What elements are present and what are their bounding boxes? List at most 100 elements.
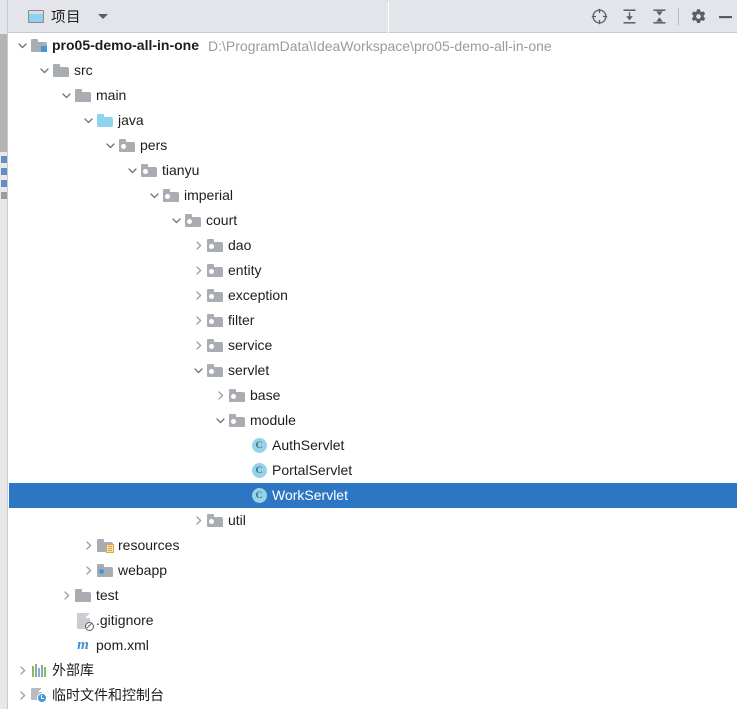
java-class-icon: C: [250, 433, 268, 458]
chevron-down-icon[interactable]: [190, 358, 206, 383]
tree-row[interactable]: 外部库: [9, 658, 737, 683]
chevron-right-icon[interactable]: [14, 683, 30, 708]
chevron-down-icon[interactable]: [36, 58, 52, 83]
tree-row-label: entity: [228, 262, 262, 278]
tree-row[interactable]: module: [9, 408, 737, 433]
chevron-right-icon[interactable]: [212, 383, 228, 408]
collapse-all-icon[interactable]: [644, 0, 674, 33]
tree-row[interactable]: entity: [9, 258, 737, 283]
tree-row[interactable]: C AuthServlet: [9, 433, 737, 458]
tree-row[interactable]: java: [9, 108, 737, 133]
tab-project[interactable]: 项目: [22, 0, 114, 33]
chevron-right-icon[interactable]: [14, 658, 30, 683]
tree-row-label: .gitignore: [96, 612, 154, 628]
tree-row-label: util: [228, 512, 246, 528]
settings-gear-icon[interactable]: [683, 0, 713, 33]
vertical-scrollbar-thumb[interactable]: [0, 34, 7, 152]
chevron-right-icon[interactable]: [190, 333, 206, 358]
tree-row[interactable]: exception: [9, 283, 737, 308]
project-tree[interactable]: pro05-demo-all-in-one D:\ProgramData\Idea…: [9, 33, 737, 709]
tree-row[interactable]: src: [9, 58, 737, 83]
left-strip-header: [0, 0, 7, 33]
tree-row[interactable]: main: [9, 83, 737, 108]
chevron-right-icon[interactable]: [190, 308, 206, 333]
package-icon: [206, 333, 224, 358]
tree-row[interactable]: servlet: [9, 358, 737, 383]
strip-marker: [1, 192, 7, 199]
tree-row[interactable]: C PortalServlet: [9, 458, 737, 483]
hide-icon[interactable]: [713, 0, 737, 33]
chevron-down-icon[interactable]: [168, 208, 184, 233]
package-icon: [206, 258, 224, 283]
tree-row-label: dao: [228, 237, 252, 253]
tree-row[interactable]: base: [9, 383, 737, 408]
chevron-down-icon[interactable]: [212, 408, 228, 433]
strip-marker: [1, 168, 7, 175]
chevron-down-icon[interactable]: [98, 14, 108, 19]
folder-icon: [52, 58, 70, 83]
tab-project-label: 项目: [51, 10, 81, 26]
webapp-folder-icon: [96, 558, 114, 583]
tree-row[interactable]: .gitignore: [9, 608, 737, 633]
tree-row-label: WorkServlet: [272, 487, 348, 503]
tree-row-label: base: [250, 387, 281, 403]
chevron-right-icon[interactable]: [190, 508, 206, 533]
expand-all-icon[interactable]: [614, 0, 644, 33]
chevron-right-icon[interactable]: [190, 258, 206, 283]
tree-row[interactable]: util: [9, 508, 737, 533]
tree-row[interactable]: webapp: [9, 558, 737, 583]
chevron-right-icon[interactable]: [80, 558, 96, 583]
tree-row-label: module: [250, 412, 296, 428]
tree-row-label: main: [96, 87, 127, 103]
tree-row[interactable]: test: [9, 583, 737, 608]
package-icon: [228, 383, 246, 408]
strip-marker: [1, 156, 7, 163]
chevron-right-icon[interactable]: [58, 583, 74, 608]
tree-row[interactable]: tianyu: [9, 158, 737, 183]
tree-row[interactable]: imperial: [9, 183, 737, 208]
chevron-down-icon[interactable]: [58, 83, 74, 108]
chevron-right-icon[interactable]: [190, 283, 206, 308]
chevron-right-icon[interactable]: [190, 233, 206, 258]
tree-row[interactable]: filter: [9, 308, 737, 333]
chevron-down-icon[interactable]: [80, 108, 96, 133]
tree-row[interactable]: pro05-demo-all-in-one D:\ProgramData\Idea…: [9, 33, 737, 58]
tree-row[interactable]: m pom.xml: [9, 633, 737, 658]
tool-window-header: 项目: [8, 0, 737, 33]
package-icon: [228, 408, 246, 433]
external-libraries-icon: [30, 658, 48, 683]
select-opened-file-icon[interactable]: [584, 0, 614, 33]
gitignore-file-icon: [74, 608, 94, 633]
tree-row-label: src: [74, 62, 93, 78]
tree-row-label: servlet: [228, 362, 270, 378]
tree-row-label: service: [228, 337, 273, 353]
strip-marker: [1, 180, 7, 187]
tree-row[interactable]: dao: [9, 233, 737, 258]
package-icon: [206, 508, 224, 533]
maven-pom-icon: m: [77, 637, 89, 653]
tree-row[interactable]: C WorkServlet: [9, 483, 737, 508]
toolbar-separator: [678, 8, 679, 25]
tree-row-label: test: [96, 587, 119, 603]
tree-row[interactable]: service: [9, 333, 737, 358]
chevron-down-icon[interactable]: [14, 33, 30, 58]
chevron-right-icon[interactable]: [80, 533, 96, 558]
left-tool-strip[interactable]: [0, 0, 8, 709]
tree-row[interactable]: 临时文件和控制台: [9, 683, 737, 708]
project-path-label: D:\ProgramData\IdeaWorkspace\pro05-demo-…: [208, 37, 552, 54]
chevron-down-icon[interactable]: [124, 158, 140, 183]
scratches-consoles-icon: [30, 683, 48, 708]
resource-root-folder-icon: [96, 533, 114, 558]
tree-row[interactable]: court: [9, 208, 737, 233]
tree-row[interactable]: pers: [9, 133, 737, 158]
project-folder-icon: [30, 33, 48, 58]
tree-row[interactable]: resources: [9, 533, 737, 558]
source-root-folder-icon: [96, 108, 114, 133]
tree-row-label: 外部库: [52, 662, 94, 678]
chevron-down-icon[interactable]: [102, 133, 118, 158]
chevron-down-icon[interactable]: [146, 183, 162, 208]
